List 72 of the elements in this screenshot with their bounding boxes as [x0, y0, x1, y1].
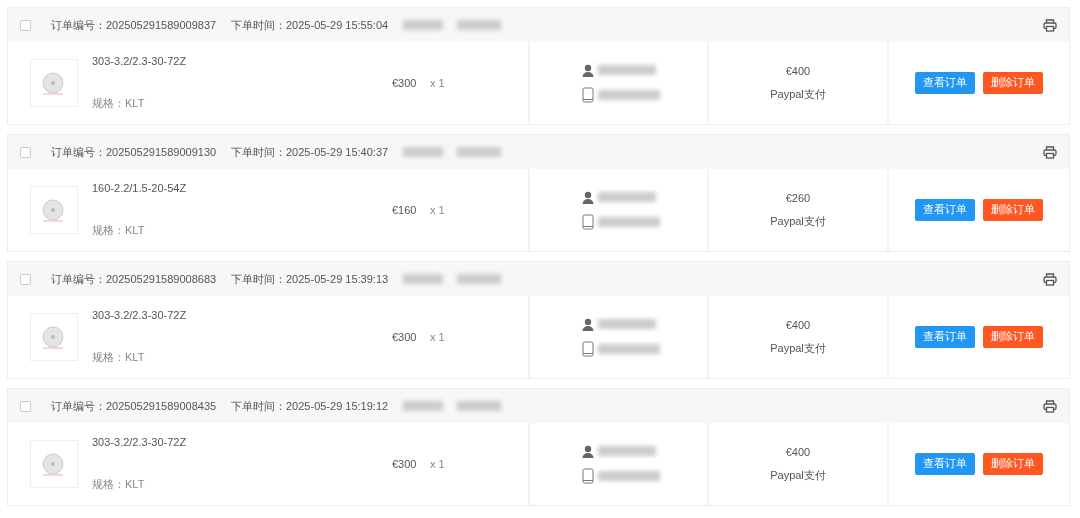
payment-method: Paypal支付: [770, 340, 826, 356]
product-spec: 规格：KLT: [92, 477, 146, 492]
product-spec: 规格：KLT: [92, 350, 146, 365]
person-icon: [582, 317, 594, 331]
delete-order-button[interactable]: 删除订单: [983, 199, 1043, 221]
order-time: 下单时间：2025-05-29 15:19:12: [231, 398, 390, 414]
blurred-text: [403, 147, 443, 157]
blurred-text: [598, 65, 656, 75]
phone-icon: [582, 213, 594, 230]
blurred-text: [598, 446, 656, 456]
blurred-text: [403, 20, 443, 30]
product-name: 303-3.2/2.3-30-72Z: [92, 436, 188, 448]
quantity: x 1: [430, 458, 445, 470]
view-order-button[interactable]: 查看订单: [915, 453, 975, 475]
blurred-text: [598, 319, 656, 329]
person-icon: [582, 444, 594, 458]
checkbox[interactable]: [20, 400, 31, 412]
blurred-text: [598, 192, 656, 202]
product-spec: 规格：KLT: [92, 223, 146, 238]
order-time: 下单时间：2025-05-29 15:55:04: [231, 17, 390, 33]
order-number: 订单编号：202505291589008683: [51, 271, 218, 287]
order-time: 下单时间：2025-05-29 15:39:13: [231, 271, 390, 287]
delete-order-button[interactable]: 删除订单: [983, 453, 1043, 475]
blurred-text: [457, 274, 501, 284]
blurred-text: [457, 401, 501, 411]
phone-icon: [582, 467, 594, 484]
price: €300: [392, 77, 418, 89]
phone-icon: [582, 86, 594, 103]
blurred-text: [598, 89, 660, 100]
checkbox[interactable]: [20, 19, 31, 31]
order-total: €400: [785, 445, 811, 458]
checkbox[interactable]: [20, 273, 31, 285]
quantity: x 1: [430, 77, 445, 89]
blurred-text: [598, 470, 660, 481]
product-name: 160-2.2/1.5-20-54Z: [92, 182, 188, 194]
price: €300: [392, 331, 418, 343]
print-icon[interactable]: [1043, 399, 1057, 413]
quantity: x 1: [430, 331, 445, 343]
payment-method: Paypal支付: [770, 86, 826, 102]
checkbox[interactable]: [20, 146, 31, 158]
view-order-button[interactable]: 查看订单: [915, 199, 975, 221]
phone-icon: [582, 340, 594, 357]
delete-order-button[interactable]: 删除订单: [983, 326, 1043, 348]
price: €160: [392, 204, 418, 216]
blurred-text: [457, 20, 501, 30]
blurred-text: [403, 274, 443, 284]
view-order-button[interactable]: 查看订单: [915, 72, 975, 94]
view-order-button[interactable]: 查看订单: [915, 326, 975, 348]
delete-order-button[interactable]: 删除订单: [983, 72, 1043, 94]
product-spec: 规格：KLT: [92, 96, 146, 111]
order-number: 订单编号：202505291589008435: [51, 398, 218, 414]
order-total: €260: [785, 191, 811, 204]
product-name: 303-3.2/2.3-30-72Z: [92, 309, 188, 321]
payment-method: Paypal支付: [770, 467, 826, 483]
order-total: €400: [785, 318, 811, 331]
print-icon[interactable]: [1043, 18, 1057, 32]
quantity: x 1: [430, 204, 445, 216]
blurred-text: [598, 216, 660, 227]
blurred-text: [598, 343, 660, 354]
blurred-text: [403, 401, 443, 411]
order-number: 订单编号：202505291589009130: [51, 144, 218, 160]
order-total: €400: [785, 64, 811, 77]
person-icon: [582, 190, 594, 204]
person-icon: [582, 63, 594, 77]
price: €300: [392, 458, 418, 470]
blurred-text: [457, 147, 501, 157]
product-name: 303-3.2/2.3-30-72Z: [92, 55, 188, 67]
order-number: 订单编号：202505291589009837: [51, 17, 218, 33]
order-time: 下单时间：2025-05-29 15:40:37: [231, 144, 390, 160]
payment-method: Paypal支付: [770, 213, 826, 229]
print-icon[interactable]: [1043, 145, 1057, 159]
print-icon[interactable]: [1043, 272, 1057, 286]
